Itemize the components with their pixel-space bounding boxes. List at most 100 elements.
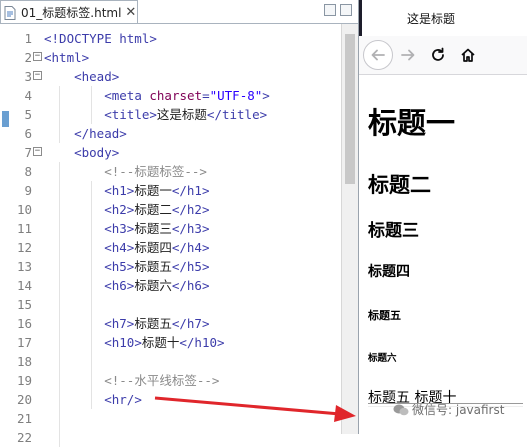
code-token: <h2> [104, 202, 135, 217]
code-line[interactable]: 19 <!--水平线标签--> [0, 371, 340, 390]
code-token: > [262, 88, 270, 103]
maximize-icon[interactable] [340, 4, 352, 16]
code-token: <hr/> [104, 392, 142, 407]
line-number: 20 [16, 392, 32, 407]
line-number: 14 [16, 278, 32, 293]
code-token: = [202, 88, 210, 103]
close-tab-icon[interactable]: ✕ [125, 5, 136, 20]
editor-tab-label: 01_标题标签.html [21, 6, 122, 20]
code-line[interactable]: 10 <h2>标题二</h2> [0, 200, 340, 219]
code-text: </head> [44, 124, 127, 143]
code-line[interactable]: 1 <!DOCTYPE html> [0, 29, 340, 48]
code-line[interactable]: 20 <hr/> [0, 390, 340, 409]
fold-toggle-icon[interactable]: − [33, 71, 42, 80]
code-token: charset [149, 88, 203, 103]
code-token: <h7> [104, 316, 135, 331]
code-text: <body> [44, 143, 119, 162]
code-text: <h4>标题四</h4> [44, 238, 209, 257]
code-token: <body> [74, 145, 120, 160]
code-line[interactable]: 11 <h3>标题三</h3> [0, 219, 340, 238]
code-line[interactable]: 21 [0, 409, 340, 428]
code-token: "UTF-8" [209, 88, 263, 103]
code-text: <html> [44, 48, 89, 67]
fold-toggle-icon[interactable]: − [33, 147, 42, 156]
forward-button[interactable] [393, 40, 423, 70]
line-number: 22 [16, 430, 32, 445]
code-line[interactable]: 2− <html> [0, 48, 340, 67]
code-token: 标题十 [141, 335, 180, 350]
code-text: <h3>标题三</h3> [44, 219, 209, 238]
code-line[interactable]: 22 [0, 428, 340, 447]
line-number: 6 [24, 126, 32, 141]
line-number: 3 [24, 69, 32, 84]
code-token: <meta [104, 88, 150, 103]
home-icon [461, 48, 475, 62]
code-text: <h2>标题二</h2> [44, 200, 209, 219]
code-line[interactable]: 8 <!--标题标签--> [0, 162, 340, 181]
code-token: </h5> [171, 259, 210, 274]
code-line[interactable]: 18 [0, 352, 340, 371]
back-button[interactable] [363, 40, 393, 70]
code-token: 标题六 [134, 278, 172, 293]
reload-button[interactable] [423, 40, 453, 70]
code-token: <!DOCTYPE html> [44, 31, 157, 46]
code-line[interactable]: 13 <h5>标题五</h5> [0, 257, 340, 276]
browser-tab[interactable]: 这是标题 [359, 0, 527, 36]
code-area[interactable]: 1 <!DOCTYPE html> 2− <html> 3− <head> 4 <meta… [0, 25, 340, 447]
line-number: 16 [16, 316, 32, 331]
code-token: <h4> [104, 240, 135, 255]
line-number: 21 [16, 411, 32, 426]
code-text: <h6>标题六</h6> [44, 276, 209, 295]
home-button[interactable] [453, 40, 483, 70]
forward-arrow-icon [401, 49, 415, 61]
code-token: <head> [74, 69, 120, 84]
editor-tab[interactable]: 01_标题标签.html ✕ [0, 0, 138, 24]
watermark: 微信号: javafirst [393, 401, 504, 418]
fold-toggle-icon[interactable]: − [33, 52, 42, 61]
code-text: <h10>标题十</h10> [44, 333, 225, 352]
code-token: <h5> [104, 259, 135, 274]
minimize-icon[interactable] [324, 4, 336, 16]
page-viewport[interactable]: 标题一 标题二 标题三 标题四 标题五 标题六 标题五 标题十 [359, 75, 527, 434]
code-text: <!--水平线标签--> [44, 371, 219, 390]
code-token: </h10> [179, 335, 225, 350]
browser-navbar [359, 36, 527, 75]
code-line[interactable]: 6 </head> [0, 124, 340, 143]
code-line[interactable]: 3− <head> [0, 67, 340, 86]
tab-accent [359, 0, 362, 36]
code-line[interactable]: 4 <meta charset="UTF-8"> [0, 86, 340, 105]
line-number: 7 [24, 145, 32, 160]
code-token: <h3> [104, 221, 135, 236]
code-line[interactable]: 7− <body> [0, 143, 340, 162]
watermark-text: 微信号: javafirst [412, 403, 505, 417]
code-line[interactable]: 17 <h10>标题十</h10> [0, 333, 340, 352]
code-token: </h1> [171, 183, 210, 198]
code-line[interactable]: 16 <h7>标题五</h7> [0, 314, 340, 333]
scrollbar-thumb[interactable] [345, 34, 355, 184]
code-line[interactable]: 15 [0, 295, 340, 314]
code-token: <!--水平线标签--> [104, 373, 220, 388]
code-token: <h6> [104, 278, 135, 293]
reload-icon [432, 47, 444, 61]
code-line[interactable]: 9 <h1>标题一</h1> [0, 181, 340, 200]
editor-vertical-scrollbar[interactable] [341, 24, 358, 434]
line-number: 12 [16, 240, 32, 255]
rendered-h1: 标题一 [368, 106, 456, 140]
code-line[interactable]: 14 <h6>标题六</h6> [0, 276, 340, 295]
code-line[interactable]: 5 <title>这是标题</title> [0, 105, 340, 124]
code-line[interactable]: 12 <h4>标题四</h4> [0, 238, 340, 257]
code-editor[interactable]: 01_标题标签.html ✕ 1 <!DOCTYPE html> 2− <html> 3… [0, 0, 359, 447]
line-number: 13 [16, 259, 32, 274]
